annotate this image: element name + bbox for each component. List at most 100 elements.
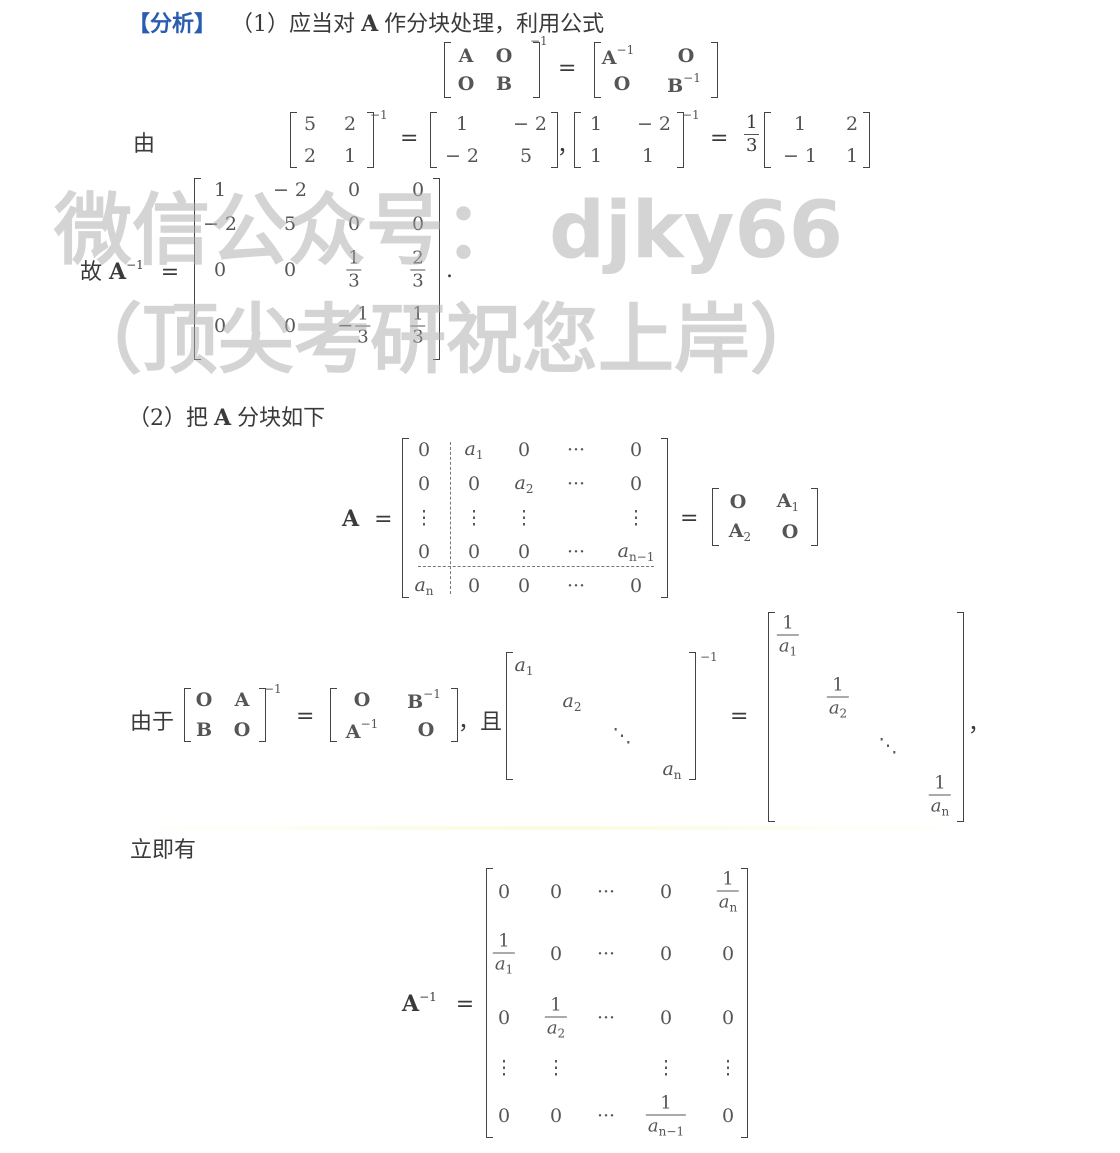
formula1-rhs-b-sup: −1 [683,71,701,85]
formula1-lhs-inverse: −1 [530,34,548,48]
youyu-m1-c: B [195,719,213,741]
youyu-diaginv-1: 1 a1 [776,612,800,659]
youyu-m1-a: O [195,689,213,711]
ex1-m3-b: − 2 [636,113,672,135]
final-cell: ··· [596,1007,616,1029]
final-equals: = [455,992,475,1017]
ex1-matrix-2: 1 − 2 − 2 5 [430,112,558,168]
youyu-label: 由于 [130,710,175,735]
formula1-rhs-matrix: A−1 O O B−1 [594,42,718,98]
part1-symbol: A [361,11,379,37]
scan-separator [110,826,990,830]
ex1-m3-a: 1 [589,113,603,135]
final-cell: 0 [497,881,511,903]
final-cell: ⋮ [494,1057,514,1079]
blockA-cell: ··· [566,439,586,461]
part2-heading: （2）把 A 分块如下 [128,400,325,432]
ex1-m2-c: − 2 [444,145,480,167]
youyu-inverse: −1 [264,682,282,696]
blockA-block-o2: O [781,521,799,543]
ex1-m1-c: 2 [303,145,317,167]
youyu-diag-inverse: −1 [700,650,718,664]
ex1-inverse-2: −1 [682,108,700,122]
formula1-lhs-b: B [495,73,513,95]
formula1-lhs-a: A [458,45,474,67]
blockA-cell: an−1 [617,540,655,564]
analysis-tag: 分析 [150,11,195,37]
final-cell: 0 [497,1007,511,1029]
final-cell: 0 [549,1105,563,1127]
final-symbol: A [402,991,420,1017]
blockA-cell: a1 [464,438,484,462]
final-cell: 0 [549,943,563,965]
ex1-m3-d: 1 [641,145,655,167]
ex1-m1-b: 2 [343,113,357,135]
final-cell: 0 [659,1007,673,1029]
blockA-block-matrix: O A1 A2 O [712,488,818,546]
ex1-m2-b: − 2 [512,113,548,135]
watermark-line-1: 微信公众号： djky66 [54,186,843,276]
final-cell: 0 [659,881,673,903]
ex1-m4-d: 1 [845,145,859,167]
blockA-cell: 0 [417,439,431,461]
youyu-diag-a1: a1 [514,654,534,678]
blockA-cell: 0 [417,541,431,563]
ex1-matrix-3: 1 − 2 1 1 [574,112,684,168]
ex1-inverse: −1 [370,108,388,122]
formula1-rhs-b: B [667,75,684,97]
youyu-m2-c-sup: −1 [360,717,379,731]
blockA-cell: ⋮ [464,507,484,529]
blockA-block-a1: A1 [776,490,800,514]
part1-text-a: 应当对 [289,12,356,37]
watermark-line-2: （顶尖考研祝您上岸） [66,295,826,384]
youyu-equals-2: = [730,704,749,729]
part1-number: （1） [231,12,290,37]
final-cell: 0 [721,1105,735,1127]
you-label: 由 [133,132,156,157]
formula1-equals: = [558,56,577,81]
youyu-m2-b: B [407,691,424,713]
blockA-cell: ··· [566,575,586,597]
analysis-tag-close: 】 [194,11,217,37]
final-cell: 0 [497,1105,511,1127]
ex1-m1-d: 1 [343,145,357,167]
final-label: A−1 = [402,990,474,1017]
blockA-cell: 0 [467,541,481,563]
youyu-diag-an: an [662,758,682,782]
ex1-m4-b: 2 [845,113,859,135]
blockA-cell: 0 [629,575,643,597]
ex1-equals-2: = [710,126,729,151]
blockA-cell: a2 [514,472,534,496]
blockA-symbol: A [342,506,360,532]
blockA-block-o1: O [729,491,747,513]
final-cell: 1 an−1 [645,1092,687,1139]
formula1-rhs-a-sup: −1 [616,43,635,57]
final-cell: ⋮ [546,1057,566,1079]
ex1-m2-d: 5 [519,145,533,167]
youyu-m2-b-sup: −1 [423,687,441,701]
final-cell: ··· [596,943,616,965]
ex1-matrix-4: 1 2 − 1 1 [764,112,870,168]
blockA-cell: ⋮ [514,507,534,529]
final-cell: 0 [659,943,673,965]
analysis-tag-open: 【 [128,11,151,37]
final-cell: 0 [721,1007,735,1029]
final-cell: 1 a1 [492,930,516,977]
youyu-diaginv-2: 1 a2 [826,674,850,721]
blockA-label: A = [342,506,393,532]
blockA-cell: ⋮ [626,507,646,529]
part2-text-a: 把 [186,406,209,431]
ex1-equals: = [400,126,419,151]
youyu-diaginv-matrix: 1 a1 1 a2 ⋱ 1 an [768,612,964,822]
ex1-m4-a: 1 [793,113,807,135]
youyu-diag-a2: a2 [562,690,582,714]
final-cell: 1 a2 [544,994,568,1041]
part2-symbol: A [214,405,232,431]
final-cell: ··· [596,1105,616,1127]
youyu-m1-d: O [233,719,251,741]
youyu-diag-matrix: a1 a2 ⋱ an [506,652,696,782]
blockA-cell: 0 [517,541,531,563]
final-cell: ··· [596,881,616,903]
youyu-m1-b: A [234,689,250,711]
youyu-diaginv-n: 1 an [928,772,952,819]
